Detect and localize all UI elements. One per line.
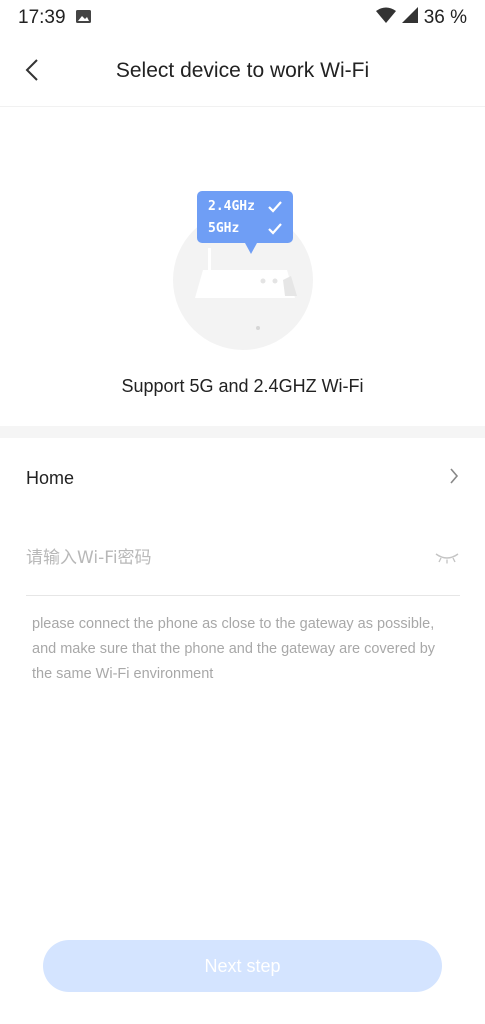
back-button[interactable] <box>14 54 50 90</box>
password-input[interactable] <box>26 547 406 568</box>
next-step-button[interactable]: Next step <box>43 940 442 992</box>
connection-hint: please connect the phone as close to the… <box>32 616 436 682</box>
password-field-row <box>26 520 460 596</box>
battery-level: 36 % <box>423 7 467 28</box>
badge-band-5g: 5GHz <box>208 221 240 236</box>
network-select-row[interactable]: Home <box>0 438 485 518</box>
chevron-right-icon <box>449 467 459 490</box>
page-title: Select device to work Wi-Fi <box>115 59 370 82</box>
wifi-icon <box>375 7 396 29</box>
chevron-left-icon <box>25 58 39 87</box>
nav-bar: Select device to work Wi-Fi <box>0 36 485 107</box>
status-right: 36 % <box>375 7 467 29</box>
signal-icon <box>401 7 418 29</box>
support-text: Support 5G and 2.4GHZ Wi-Fi <box>121 376 364 396</box>
router-illustration: 2.4GHz 5GHz <box>165 188 325 358</box>
status-time: 17:39 <box>18 7 66 28</box>
network-name: Home <box>26 467 75 488</box>
badge-band-2g: 2.4GHz <box>208 199 255 214</box>
eye-closed-icon[interactable] <box>434 548 460 568</box>
hero-section: 2.4GHz 5GHz Support 5G and 2.4GHZ Wi-Fi <box>0 106 485 426</box>
section-divider <box>0 426 485 438</box>
status-bar: 17:39 36 % <box>0 0 485 36</box>
image-icon <box>75 7 91 29</box>
status-left: 17:39 <box>18 7 91 29</box>
